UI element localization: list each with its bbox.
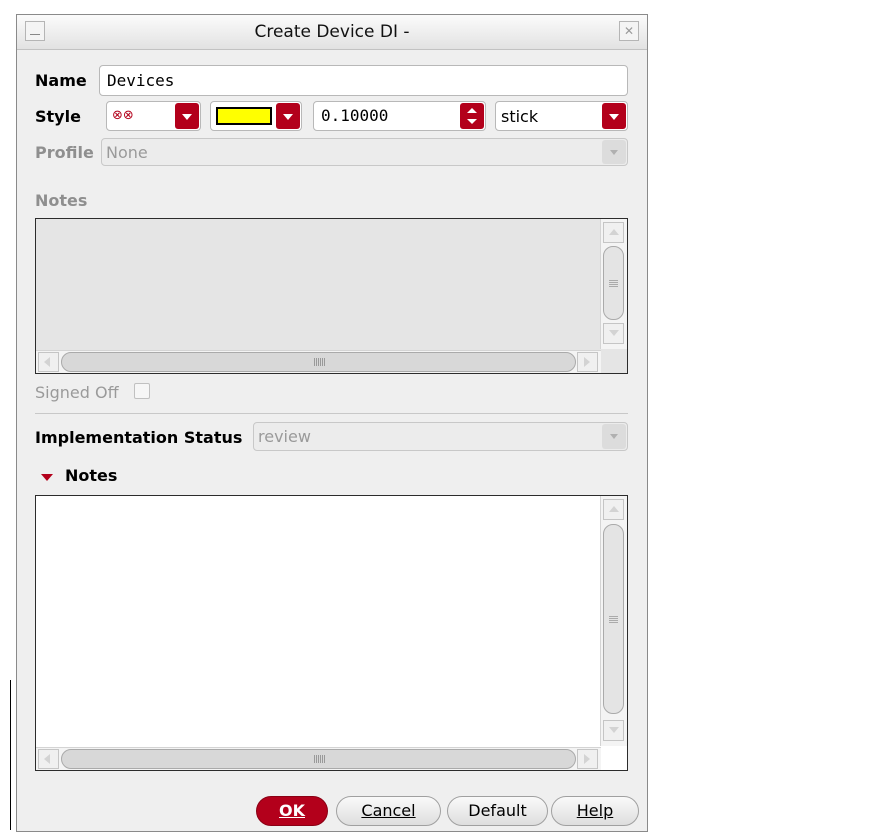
signed-off-label: Signed Off bbox=[35, 383, 119, 402]
expand-triangle-icon[interactable] bbox=[41, 474, 53, 481]
profile-value: None bbox=[106, 143, 148, 162]
style-color-combo[interactable] bbox=[210, 101, 302, 131]
scroll-down-icon[interactable] bbox=[603, 323, 624, 344]
titlebar: Create Device DI - ✕ bbox=[17, 15, 647, 50]
scroll-up-icon[interactable] bbox=[603, 499, 624, 520]
style-line-type-combo[interactable]: stick bbox=[495, 101, 628, 131]
notes-expander-label[interactable]: Notes bbox=[65, 466, 117, 485]
scroll-up-icon[interactable] bbox=[603, 222, 624, 243]
notes-vertical-scrollbar[interactable] bbox=[600, 496, 627, 746]
style-width-spinbox[interactable]: 0.10000 bbox=[313, 101, 486, 131]
default-button[interactable]: Default bbox=[447, 796, 548, 826]
notes-section-label: Notes bbox=[35, 191, 88, 210]
background-edge-line bbox=[10, 680, 11, 830]
chevron-down-icon bbox=[602, 424, 626, 449]
close-icon: ✕ bbox=[623, 24, 635, 38]
name-input[interactable]: Devices bbox=[99, 65, 628, 96]
window-title: Create Device DI - bbox=[254, 22, 410, 42]
notes-horizontal-scrollbar[interactable] bbox=[36, 747, 601, 770]
line-type-value: stick bbox=[501, 107, 539, 126]
signed-off-checkbox[interactable] bbox=[134, 383, 150, 399]
default-button-label: Default bbox=[468, 801, 527, 820]
scroll-thumb[interactable] bbox=[61, 749, 576, 769]
style-symbol-combo[interactable]: ⊗⊗ bbox=[106, 101, 201, 131]
scroll-left-icon[interactable] bbox=[38, 749, 59, 769]
chevron-down-icon bbox=[276, 103, 300, 129]
spin-arrows-icon[interactable] bbox=[460, 103, 484, 129]
create-device-dialog: Create Device DI - ✕ Name Devices Style … bbox=[16, 14, 648, 832]
notes-textarea-disabled[interactable] bbox=[35, 218, 628, 374]
notes-horizontal-scrollbar[interactable] bbox=[36, 350, 601, 373]
scroll-thumb[interactable] bbox=[603, 246, 624, 320]
help-button[interactable]: Help bbox=[551, 796, 639, 826]
implementation-status-value: review bbox=[258, 427, 311, 446]
symbol-icon: ⊗⊗ bbox=[112, 108, 134, 123]
notes-textarea[interactable] bbox=[35, 495, 628, 771]
ok-button[interactable]: OK bbox=[256, 796, 328, 826]
scroll-right-icon[interactable] bbox=[577, 352, 598, 372]
window-close-button[interactable]: ✕ bbox=[619, 21, 639, 41]
width-value: 0.10000 bbox=[321, 106, 389, 125]
implementation-status-combo[interactable]: review bbox=[253, 422, 628, 451]
separator bbox=[35, 413, 628, 414]
chevron-down-icon bbox=[602, 103, 626, 129]
scroll-left-icon[interactable] bbox=[38, 352, 59, 372]
scroll-right-icon[interactable] bbox=[577, 749, 598, 769]
style-label: Style bbox=[35, 107, 81, 126]
help-button-label: Help bbox=[576, 801, 614, 820]
profile-combo[interactable]: None bbox=[101, 138, 628, 166]
scroll-thumb[interactable] bbox=[603, 524, 624, 714]
chevron-down-icon bbox=[602, 140, 626, 164]
scroll-down-icon[interactable] bbox=[603, 720, 624, 741]
ok-button-label: OK bbox=[279, 801, 305, 820]
scroll-thumb[interactable] bbox=[61, 352, 576, 372]
name-label: Name bbox=[35, 71, 87, 90]
notes-vertical-scrollbar[interactable] bbox=[600, 219, 627, 349]
cancel-button[interactable]: Cancel bbox=[336, 796, 441, 826]
cancel-button-label: Cancel bbox=[361, 801, 416, 820]
implementation-status-label: Implementation Status bbox=[35, 428, 243, 447]
color-swatch bbox=[216, 107, 272, 125]
chevron-down-icon bbox=[175, 103, 199, 129]
profile-label: Profile bbox=[35, 143, 94, 162]
